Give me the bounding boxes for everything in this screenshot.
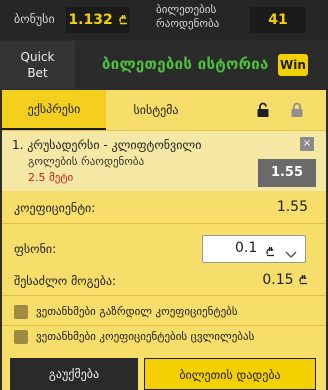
coefficient-label: კოეფიციენტი: (14, 201, 96, 215)
bet-market: გოლების რაოდენობა (28, 155, 145, 168)
accept-higher-odds-label: ვეთანხმები გაზრდილ კოეფიციენტებს (36, 305, 238, 318)
place-bet-button[interactable]: ბილეთის დადება (144, 358, 316, 390)
unlock-icon[interactable] (256, 102, 270, 122)
tickets-label-line1: ბილეთების (156, 3, 217, 16)
accept-higher-odds-checkbox[interactable] (14, 305, 28, 319)
win-badge[interactable]: Win (278, 54, 308, 76)
divider (2, 325, 326, 326)
bet-item: 1. კრუსადერსი - კლიფტონვილი გოლების რაოდ… (2, 131, 326, 191)
payout-amount: 0.15 (262, 272, 308, 288)
remove-bet-button[interactable]: × (300, 137, 314, 151)
quick-bet-line1: Quick (20, 50, 55, 64)
bonus-label: ბონუსი (14, 12, 55, 26)
lari-currency-icon (299, 275, 307, 285)
bet-event-name: კრუსადერსი - კლიფტონვილი (27, 138, 202, 152)
betslip-tabs: ექსპრესი სისტემა (2, 90, 326, 130)
cancel-button[interactable]: გაუქმება (10, 358, 138, 390)
stake-label: ფსონი: (14, 242, 57, 256)
bet-event: 1. კრუსადერსი - კლიფტონვილი (12, 138, 201, 152)
quick-bet-line2: Bet (27, 66, 48, 80)
stake-select[interactable]: 0.1 (202, 235, 306, 263)
chevron-down-icon (285, 244, 297, 263)
lari-currency-icon (118, 15, 127, 25)
stake-value: 0.1 (235, 240, 258, 256)
divider (2, 223, 326, 224)
bet-selection: 2.5 მეტი (28, 171, 74, 184)
quick-bet-button[interactable]: Quick Bet (0, 41, 75, 89)
lock-icon[interactable] (290, 102, 304, 122)
tab-express[interactable]: ექსპრესი (2, 90, 106, 130)
tab-system[interactable]: სისტემა (106, 90, 206, 130)
ticket-history-link[interactable]: ბილეთების ისტორია (102, 55, 269, 73)
tickets-count: 41 (250, 7, 306, 33)
accept-odds-change-label: ვეთანხმები კოეფიციენტების ცვლილებას (36, 330, 255, 343)
betslip-header: Quick Bet ბილეთების ისტორია Win (0, 41, 328, 89)
account-bar: ბონუსი 1.132 ბილეთების რაოდენობა 41 (0, 0, 328, 40)
bonus-balance: 1.132 (66, 7, 130, 33)
tickets-label: ბილეთების რაოდენობა (156, 3, 219, 31)
coefficient-value: 1.55 (276, 199, 308, 215)
accept-odds-change-checkbox[interactable] (14, 330, 28, 344)
bet-odds: 1.55 (258, 159, 316, 187)
bet-number: 1. (12, 138, 24, 152)
betslip-panel: ექსპრესი სისტემა 1. კრუსადერსი - კლიფტონ… (2, 90, 326, 390)
divider (2, 295, 326, 296)
payout-value: 0.15 (262, 272, 294, 288)
payout-label: შესაძლო მოგება: (14, 274, 117, 288)
lari-currency-icon (265, 242, 275, 261)
bonus-value: 1.132 (68, 12, 113, 28)
tickets-label-line2: რაოდენობა (156, 17, 220, 30)
